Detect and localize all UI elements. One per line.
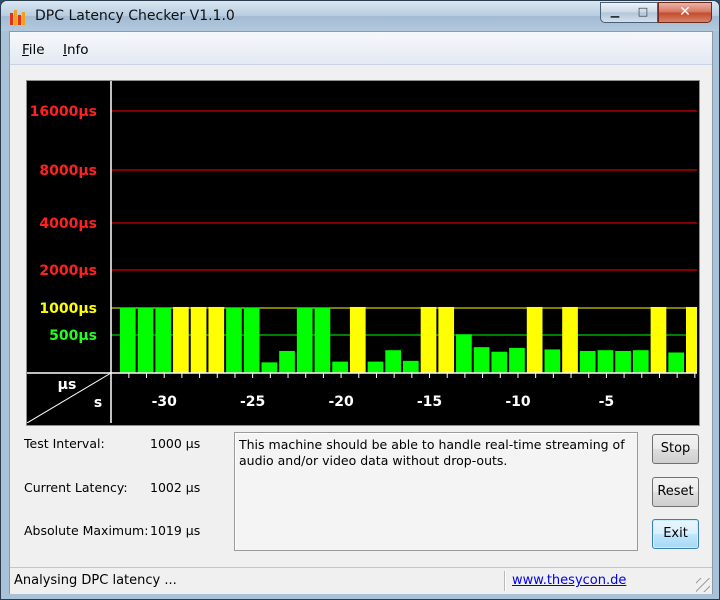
- absolute-maximum-value: 1019 µs: [150, 523, 201, 538]
- exit-button[interactable]: Exit: [652, 519, 699, 549]
- latency-bar: [243, 307, 260, 373]
- menu-file-label: ile: [28, 42, 45, 58]
- stop-button[interactable]: Stop: [652, 434, 699, 464]
- latency-bar: [544, 349, 561, 373]
- maximize-icon: □: [637, 5, 649, 18]
- y-tick-label: 4000µs: [39, 216, 97, 232]
- latency-bar: [279, 350, 295, 373]
- x-tick-label: -5: [599, 394, 615, 410]
- test-interval-label: Test Interval:: [24, 436, 105, 451]
- latency-bar: [650, 306, 667, 373]
- latency-bar: [226, 307, 242, 373]
- y-tick-label: 16000µs: [30, 104, 97, 120]
- menu-file-accel: F: [22, 42, 29, 58]
- latency-bar: [615, 350, 631, 373]
- latency-bar: [296, 307, 313, 373]
- menu-info-label: nfo: [66, 42, 89, 58]
- resize-grip-icon[interactable]: [696, 578, 710, 592]
- latency-bar: [332, 361, 348, 373]
- reset-button[interactable]: Reset: [652, 477, 699, 507]
- y-unit-label: µs: [58, 377, 77, 393]
- latency-bar: [456, 334, 472, 373]
- current-latency-value: 1002 µs: [150, 480, 201, 495]
- y-tick-label: 8000µs: [39, 163, 97, 179]
- latency-bar: [579, 350, 596, 373]
- latency-bar: [668, 352, 684, 373]
- latency-bar: [686, 306, 697, 373]
- result-message: This machine should be able to handle re…: [239, 437, 625, 468]
- latency-bar: [509, 347, 525, 373]
- latency-bar: [261, 362, 278, 373]
- status-separator: [504, 571, 506, 591]
- y-tick-label: 2000µs: [39, 263, 97, 279]
- window-title: DPC Latency Checker V1.1.0: [35, 8, 235, 24]
- latency-bar: [314, 307, 331, 373]
- x-tick-label: -10: [505, 394, 531, 410]
- x-tick-label: -15: [417, 394, 442, 410]
- x-tick-label: -20: [328, 394, 354, 410]
- latency-bar: [491, 351, 508, 373]
- x-tick-label: -30: [152, 394, 178, 410]
- app-window: DPC Latency Checker V1.1.0 ▁ □ ✕ File In…: [0, 0, 720, 600]
- latency-bar: [349, 306, 366, 373]
- latency-bar: [526, 306, 543, 373]
- latency-bar: [420, 306, 437, 373]
- minimize-icon: ▁: [610, 5, 620, 18]
- current-latency-label: Current Latency:: [24, 480, 128, 495]
- y-tick-label: 1000µs: [39, 301, 97, 317]
- latency-bar: [367, 361, 384, 373]
- app-icon: [10, 10, 25, 25]
- latency-bar: [473, 347, 490, 373]
- latency-bar: [562, 306, 578, 373]
- latency-bar: [632, 350, 649, 373]
- menu-bar: File Info: [10, 32, 712, 65]
- y-tick-label: 500µs: [49, 328, 97, 344]
- menu-info[interactable]: Info: [63, 42, 89, 58]
- x-tick-label: -25: [240, 394, 265, 410]
- latency-bar: [190, 306, 207, 373]
- status-bar: Analysing DPC latency ... www.thesycon.d…: [10, 567, 712, 594]
- latency-chart-svg: 16000µs 8000µs 4000µs 2000µs 1000µs 500µs -30 -…: [27, 81, 697, 423]
- latency-bar: [385, 350, 401, 373]
- test-interval-value: 1000 µs: [150, 436, 201, 451]
- website-link[interactable]: www.thesycon.de: [512, 573, 626, 588]
- latency-bar: [120, 307, 136, 373]
- absolute-maximum-label: Absolute Maximum:: [24, 523, 149, 538]
- latency-bar: [438, 306, 455, 373]
- x-unit-label: s: [94, 395, 102, 411]
- minimize-button[interactable]: ▁: [600, 2, 630, 23]
- latency-bar: [173, 306, 189, 373]
- latency-chart: 16000µs 8000µs 4000µs 2000µs 1000µs 500µs -30 -…: [26, 80, 700, 426]
- latency-bar: [597, 350, 614, 373]
- result-message-box: This machine should be able to handle re…: [234, 432, 638, 551]
- title-bar[interactable]: DPC Latency Checker V1.1.0 ▁ □ ✕: [1, 1, 719, 31]
- latency-bar: [208, 306, 225, 373]
- close-button[interactable]: ✕: [658, 2, 712, 23]
- menu-file[interactable]: File: [22, 42, 45, 58]
- latency-bar: [155, 307, 172, 373]
- latency-bar: [137, 307, 154, 373]
- status-text: Analysing DPC latency ...: [14, 573, 177, 588]
- latency-bar: [403, 360, 419, 373]
- close-icon: ✕: [679, 4, 691, 20]
- maximize-button[interactable]: □: [629, 2, 658, 23]
- client-area: File Info 16000µs 8000µs 4000µs 2000µs 1000µ…: [9, 31, 713, 594]
